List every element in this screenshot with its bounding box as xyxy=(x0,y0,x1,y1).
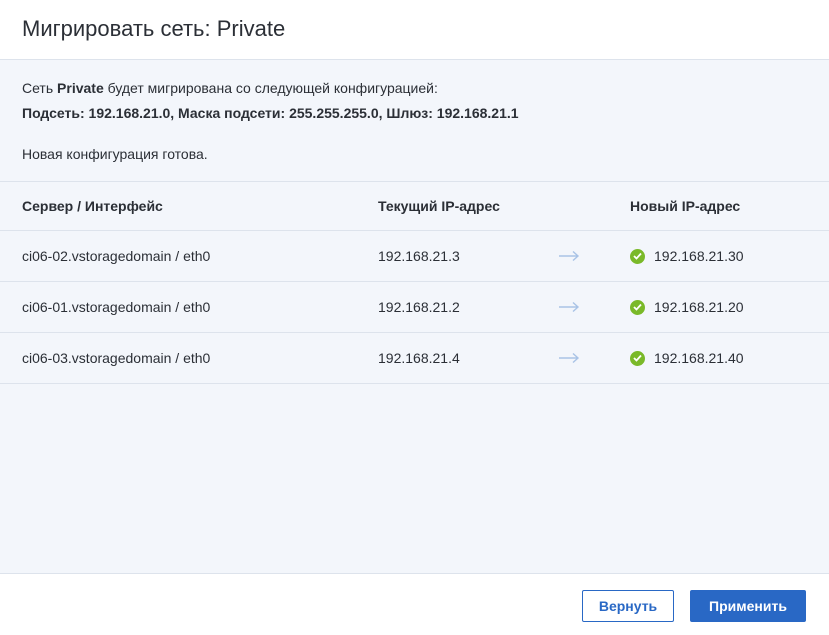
table-header: Сервер / Интерфейс Текущий IP-адрес Новы… xyxy=(0,181,829,230)
summary-suffix: будет мигрирована со следующей конфигура… xyxy=(103,80,438,96)
server-interface: ci06-03.vstoragedomain / eth0 xyxy=(22,350,211,366)
arrow-right-icon xyxy=(558,282,580,332)
apply-button[interactable]: Применить xyxy=(690,590,806,622)
check-circle-icon xyxy=(630,350,645,366)
network-config: Подсеть: 192.168.21.0, Маска подсети: 25… xyxy=(22,105,519,121)
table-row: ci06-02.vstoragedomain / eth0 192.168.21… xyxy=(0,230,829,281)
network-name: Private xyxy=(57,80,104,96)
ip-mapping-table: Сервер / Интерфейс Текущий IP-адрес Новы… xyxy=(0,181,829,384)
config-status: Новая конфигурация готова. xyxy=(22,146,208,162)
check-circle-icon xyxy=(630,299,645,315)
new-ip-cell: 192.168.21.40 xyxy=(630,333,744,383)
dialog-header: Мигрировать сеть: Private xyxy=(0,0,829,60)
new-ip-cell: 192.168.21.20 xyxy=(630,282,744,332)
table-row: ci06-01.vstoragedomain / eth0 192.168.21… xyxy=(0,281,829,332)
dialog-footer: Вернуть Применить xyxy=(0,573,829,635)
new-ip: 192.168.21.40 xyxy=(654,350,744,366)
summary-prefix: Сеть xyxy=(22,80,58,96)
column-header-current-ip: Текущий IP-адрес xyxy=(378,198,500,214)
arrow-right-icon xyxy=(558,231,580,281)
current-ip: 192.168.21.2 xyxy=(378,299,460,315)
dialog-body: Сеть Private будет мигрирована со следую… xyxy=(0,60,829,573)
back-button[interactable]: Вернуть xyxy=(582,590,674,622)
check-circle-icon xyxy=(630,248,645,264)
migration-summary: Сеть Private будет мигрирована со следую… xyxy=(22,80,438,96)
server-interface: ci06-02.vstoragedomain / eth0 xyxy=(22,248,211,264)
new-ip: 192.168.21.20 xyxy=(654,299,744,315)
column-header-new-ip: Новый IP-адрес xyxy=(630,198,741,214)
current-ip: 192.168.21.3 xyxy=(378,248,460,264)
arrow-right-icon xyxy=(558,333,580,383)
current-ip: 192.168.21.4 xyxy=(378,350,460,366)
table-row: ci06-03.vstoragedomain / eth0 192.168.21… xyxy=(0,332,829,384)
column-header-server: Сервер / Интерфейс xyxy=(22,198,163,214)
new-ip-cell: 192.168.21.30 xyxy=(630,231,744,281)
dialog-title: Мигрировать сеть: Private xyxy=(22,16,286,41)
server-interface: ci06-01.vstoragedomain / eth0 xyxy=(22,299,211,315)
new-ip: 192.168.21.30 xyxy=(654,248,744,264)
migrate-network-dialog: Мигрировать сеть: Private Сеть Private б… xyxy=(0,0,829,635)
